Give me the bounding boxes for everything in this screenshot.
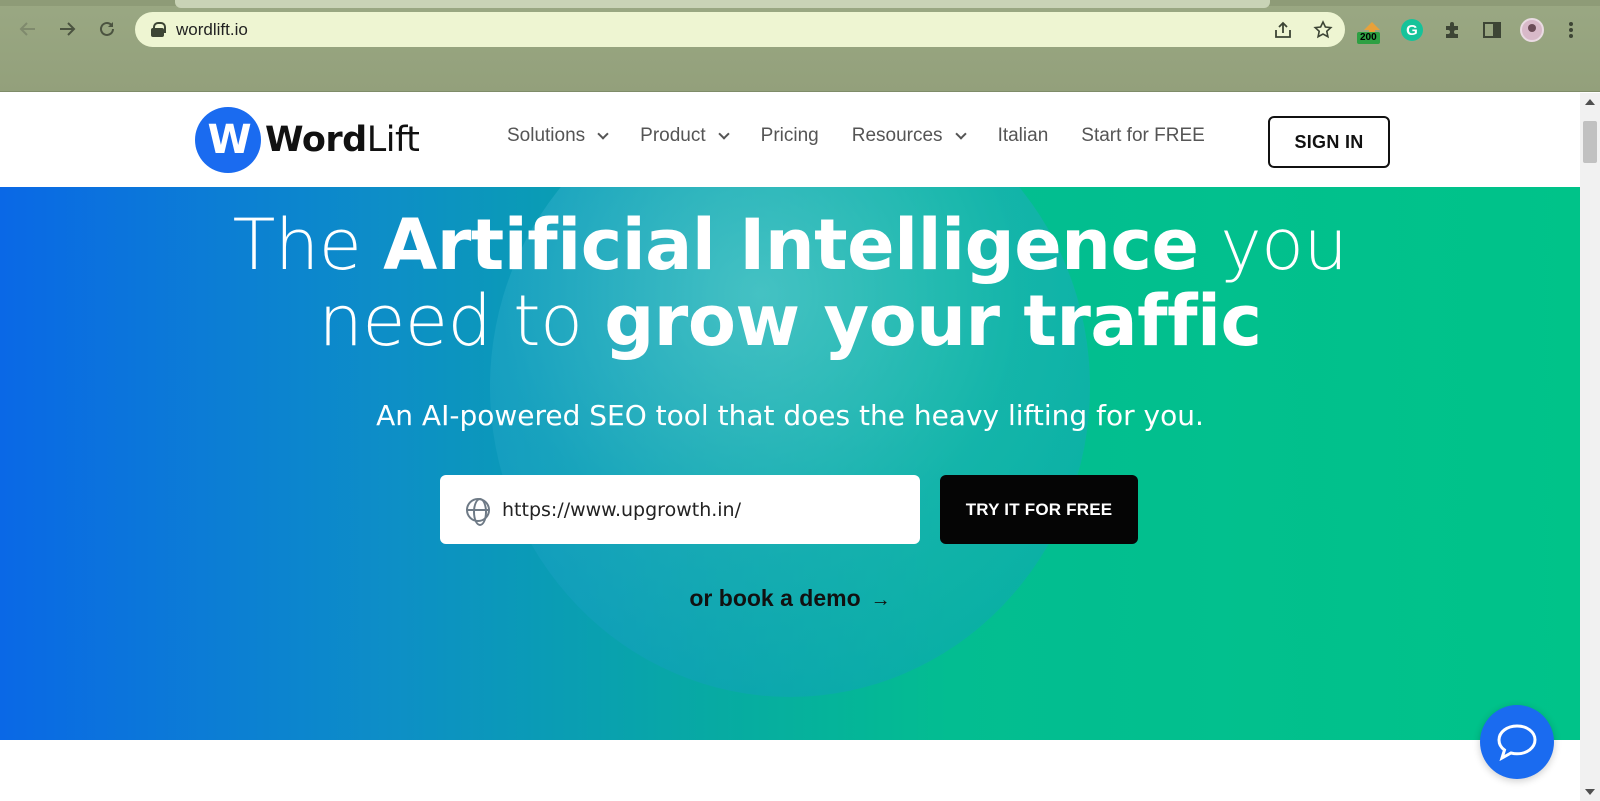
forward-arrow-icon[interactable] [53, 15, 81, 43]
scroll-down-icon[interactable] [1585, 789, 1595, 795]
hero-title-part: need to [318, 280, 605, 362]
chat-icon [1497, 724, 1537, 761]
grammarly-letter: G [1401, 19, 1423, 41]
grammarly-icon[interactable]: G [1398, 16, 1426, 44]
main-nav: Solutions Product Pricing Resources Ital… [507, 125, 1238, 147]
scroll-thumb[interactable] [1583, 121, 1597, 163]
puzzle-icon[interactable] [1438, 16, 1466, 44]
reload-icon[interactable] [93, 15, 121, 43]
chat-launcher-button[interactable] [1480, 705, 1554, 779]
web-page: W WordLift Solutions Product Pricing Res… [0, 93, 1580, 801]
hero-title-part: you [1198, 204, 1348, 286]
nav-start-free[interactable]: Start for FREE [1081, 125, 1205, 147]
site-header: W WordLift Solutions Product Pricing Res… [0, 93, 1580, 187]
address-url[interactable]: wordlift.io [176, 20, 248, 40]
logo-word-bold: Word [265, 120, 367, 160]
chevron-down-icon [717, 127, 730, 140]
nav-label: Product [640, 125, 706, 146]
scroll-up-icon[interactable] [1585, 99, 1595, 105]
nav-label: Pricing [760, 125, 819, 146]
website-url-field[interactable] [440, 475, 920, 544]
browser-chrome: wordlift.io 200 G [0, 0, 1600, 92]
chevron-down-icon [597, 127, 609, 140]
extension-badge: 200 [1357, 32, 1380, 44]
chevron-down-icon [954, 127, 967, 140]
avatar [1520, 18, 1544, 42]
hero-title-bold: grow your traffic [604, 280, 1262, 362]
nav-solutions[interactable]: Solutions [507, 125, 609, 147]
address-bar[interactable]: wordlift.io [135, 12, 1345, 47]
wordlift-logo[interactable]: W WordLift [195, 107, 420, 173]
page-scrollbar[interactable] [1580, 93, 1600, 801]
lock-icon[interactable] [151, 22, 166, 37]
kebab-menu-icon[interactable] [1557, 16, 1585, 44]
hero-title-bold: Artificial Intelligence [383, 204, 1199, 286]
hero-title: The Artificial Intelligence you need to … [0, 207, 1580, 359]
nav-label: Italian [997, 125, 1049, 146]
sign-in-button[interactable]: SIGN IN [1268, 116, 1390, 168]
share-icon[interactable] [1271, 18, 1295, 42]
hero-subtitle: An AI-powered SEO tool that does the hea… [376, 399, 1204, 432]
nav-italian[interactable]: Italian [998, 125, 1049, 147]
website-url-input[interactable] [502, 498, 902, 521]
sidepanel-icon[interactable] [1478, 16, 1506, 44]
arrow-right-icon: → [870, 589, 891, 611]
hero-title-part: The [232, 204, 384, 286]
globe-icon [466, 497, 490, 526]
try-it-free-button[interactable]: TRY IT FOR FREE [940, 475, 1138, 544]
nav-resources[interactable]: Resources [851, 125, 967, 147]
book-demo-label: or book a demo [689, 585, 861, 611]
hero-section: The Artificial Intelligence you need to … [0, 187, 1580, 740]
logo-text: WordLift [265, 120, 420, 160]
logo-word-light: Lift [366, 120, 420, 160]
nav-label: Resources [851, 125, 943, 146]
nav-label: Solutions [507, 125, 586, 146]
tab-strip [0, 0, 1600, 8]
active-tab-edge[interactable] [175, 0, 1270, 8]
nav-product[interactable]: Product [640, 125, 730, 147]
nav-pricing[interactable]: Pricing [761, 125, 819, 147]
star-icon[interactable] [1311, 18, 1335, 42]
book-demo-link[interactable]: or book a demo → [0, 585, 1580, 612]
back-arrow-icon[interactable] [14, 15, 42, 43]
nav-label: Start for FREE [1081, 125, 1205, 146]
profile-avatar-icon[interactable] [1518, 16, 1546, 44]
logo-mark: W [195, 107, 261, 173]
